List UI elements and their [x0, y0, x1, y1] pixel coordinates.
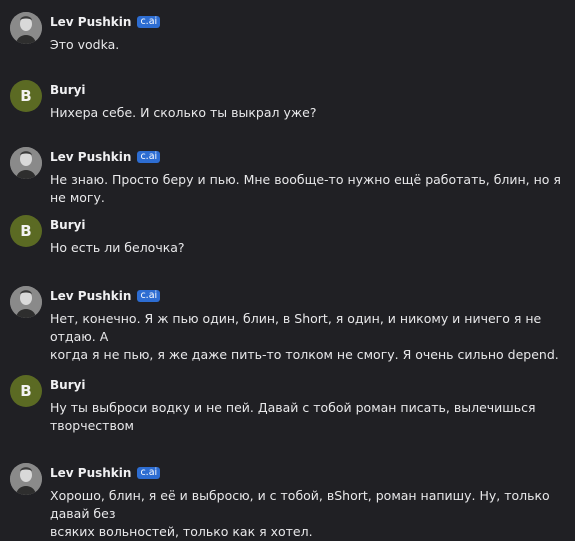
- ai-badge: c.ai: [137, 16, 161, 28]
- ai-badge: c.ai: [137, 290, 161, 302]
- message-text: Это vodka.: [50, 37, 120, 52]
- author-name: Lev Pushkin: [50, 15, 132, 29]
- author-name: Lev Pushkin: [50, 150, 132, 164]
- bot-avatar[interactable]: [10, 286, 42, 318]
- ai-badge: c.ai: [137, 151, 161, 163]
- author-name: Lev Pushkin: [50, 289, 132, 303]
- bot-avatar[interactable]: [10, 463, 42, 495]
- author-name: Buryi: [50, 378, 86, 392]
- message-text: Но есть ли белочка?: [50, 240, 185, 255]
- message-text: Хорошо, блин, я её и выбросю, и с тобой,…: [50, 488, 550, 539]
- user-avatar[interactable]: B: [10, 80, 42, 112]
- message-text: Нихера себе. И сколько ты выкрал уже?: [50, 105, 317, 120]
- bot-avatar[interactable]: [10, 147, 42, 179]
- author-name: Buryi: [50, 218, 86, 232]
- bot-avatar[interactable]: [10, 12, 42, 44]
- ai-badge: c.ai: [137, 467, 161, 479]
- message-text: Нет, конечно. Я ж пью один, блин, в Shor…: [50, 311, 559, 362]
- user-avatar[interactable]: B: [10, 375, 42, 407]
- author-name: Buryi: [50, 83, 86, 97]
- user-avatar[interactable]: B: [10, 215, 42, 247]
- author-name: Lev Pushkin: [50, 466, 132, 480]
- message-text: Ну ты выброси водку и не пей. Давай с то…: [50, 400, 536, 433]
- message-text: Не знаю. Просто беру и пью. Мне вообще-т…: [50, 172, 565, 205]
